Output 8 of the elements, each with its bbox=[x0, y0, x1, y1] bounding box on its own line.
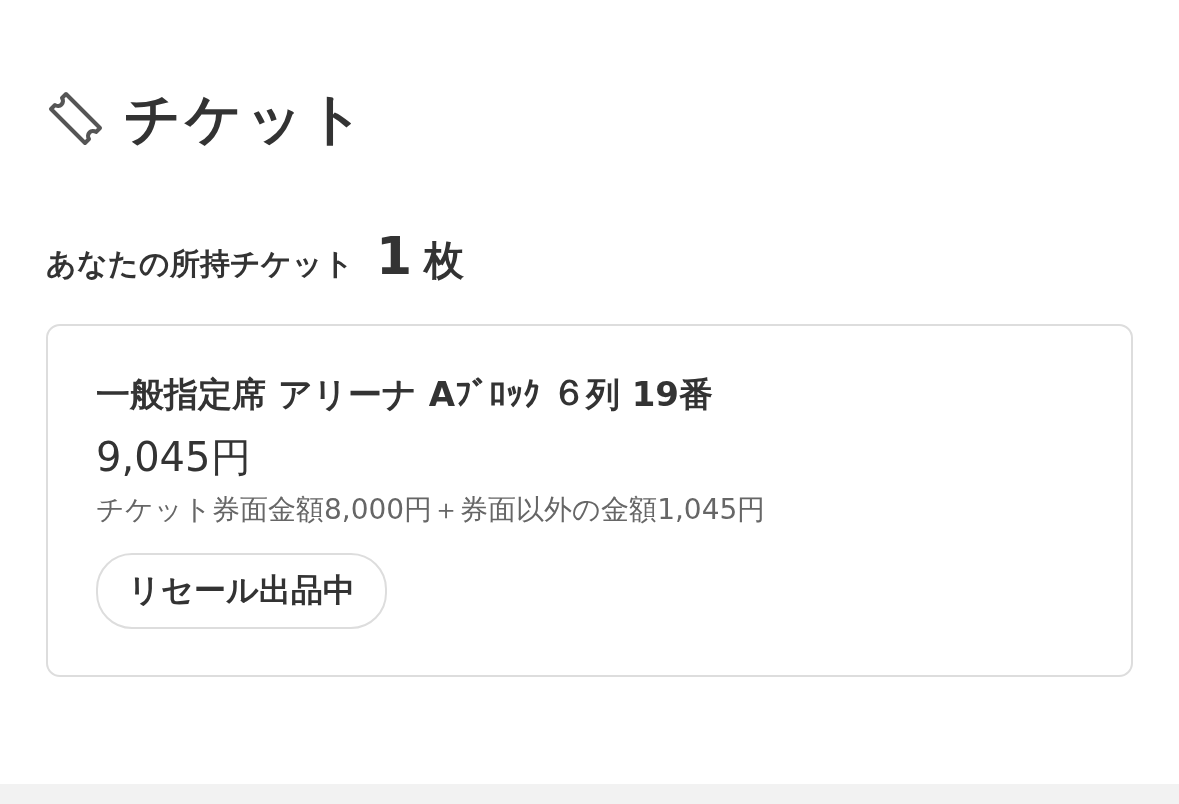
owned-label: あなたの所持チケット bbox=[46, 245, 354, 283]
section-title: チケット bbox=[124, 85, 368, 153]
seat-info: 一般指定席 アリーナ Aﾌﾞﾛｯｸ ６列 19番 bbox=[96, 373, 713, 416]
price-breakdown: チケット券面金額8,000円＋券面以外の金額1,045円 bbox=[96, 492, 766, 528]
status-badge: リセール出品中 bbox=[96, 553, 387, 629]
ticket-count: 1 bbox=[376, 226, 413, 286]
count-unit: 枚 bbox=[424, 236, 465, 285]
ticket-price: 9,045円 bbox=[96, 433, 251, 482]
